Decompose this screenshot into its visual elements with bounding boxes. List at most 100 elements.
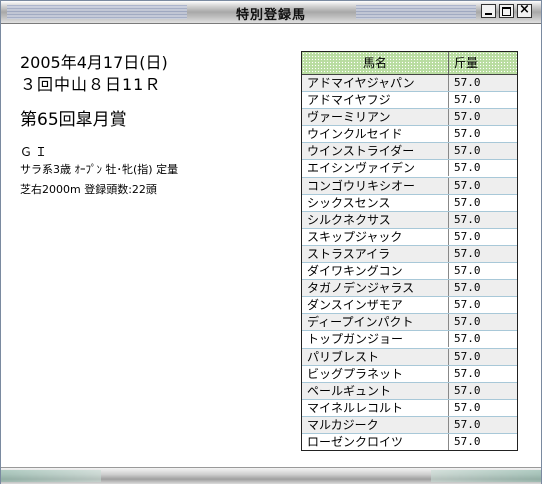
list-item[interactable]: シックスセンス 57.0 [302,194,517,212]
column-divider [448,297,449,314]
column-header-weight[interactable]: 斤量 [450,52,514,74]
horse-weight: 57.0 [454,161,481,175]
horse-weight: 57.0 [454,195,481,209]
horse-name: マルカジーク [307,417,379,432]
horse-name: コンゴウリキシオー [307,178,416,193]
list-item[interactable]: ダンスインザモア 57.0 [302,297,517,315]
list-item[interactable]: マルカジーク 57.0 [302,416,517,434]
bottom-bar [1,467,541,484]
horse-name: ヴァーミリアン [307,110,391,125]
column-divider [448,416,449,433]
horse-name: ダンスインザモア [307,298,403,313]
close-button[interactable]: × [517,2,532,18]
column-divider [448,126,449,143]
race-name: 第65回皐月賞 [20,110,127,130]
list-item[interactable]: ウインストライダー 57.0 [302,143,517,161]
horse-name: ローゼンクロイツ [307,434,404,449]
horse-name: ビッグプラネット [307,366,404,381]
list-item[interactable]: アドマイヤフジ 57.0 [302,92,517,110]
column-divider [448,211,449,228]
race-course: 芝右2000m 登録頭数:22頭 [20,183,157,196]
list-header: 馬名 斤量 [302,52,517,75]
column-divider [448,143,449,160]
maximize-button[interactable] [499,4,514,18]
race-conditions: サラ系3歳 ｵｰﾌﾟﾝ 牡･牝(指) 定量 [20,163,179,176]
column-divider [448,280,449,297]
list-item[interactable]: ローゼンクロイツ 57.0 [302,433,517,450]
horse-name: ウインストライダー [307,144,415,159]
horse-weight: 57.0 [454,417,481,431]
horse-name: トップガンジョー [307,332,404,347]
race-date: 2005年4月17日(日) [20,53,168,72]
horse-name: スキップジャック [307,229,403,244]
race-grade: ＧＩ [20,145,51,159]
horse-weight: 57.0 [454,383,481,397]
registered-horses-window: 特別登録馬 × 2005年4月17日(日) ３回中山８日11Ｒ 第65回皐月賞 … [0,0,542,484]
column-divider [448,314,449,331]
list-item[interactable]: ウインクルセイド 57.0 [302,126,517,144]
column-divider [448,399,449,416]
horse-weight: 57.0 [454,93,481,107]
list-item[interactable]: ペールギュント 57.0 [302,382,517,400]
horse-weight: 57.0 [454,127,481,141]
horse-name: ストラスアイラ [307,246,391,261]
column-header-name[interactable]: 馬名 [302,52,449,74]
horse-weight: 57.0 [454,298,481,312]
horse-weight: 57.0 [454,246,481,260]
horse-weight: 57.0 [454,281,481,295]
minimize-button[interactable] [481,4,496,18]
column-divider [448,348,449,365]
horse-weight: 57.0 [454,315,481,329]
horse-name: ダイワキングコン [307,264,403,279]
horse-list[interactable]: 馬名 斤量 アドマイヤジャパン 57.0 アドマイヤフジ 57.0 ヴァーミリアン 57.… [301,51,518,451]
horse-weight: 57.0 [454,400,481,414]
horse-name: エイシンヴァイデン [307,161,416,176]
race-number: ３回中山８日11Ｒ [20,75,162,94]
list-item[interactable]: コンゴウリキシオー 57.0 [302,177,517,195]
horse-weight: 57.0 [454,110,481,124]
list-item[interactable]: ビッグプラネット 57.0 [302,365,517,383]
list-item[interactable]: パリブレスト 57.0 [302,348,517,366]
horse-name: ディープインパクト [307,315,414,330]
list-item[interactable]: シルクネクサス 57.0 [302,211,517,229]
list-rows: アドマイヤジャパン 57.0 アドマイヤフジ 57.0 ヴァーミリアン 57.0 ウインクル… [302,75,517,450]
horse-weight: 57.0 [454,144,481,158]
horse-name: アドマイヤジャパン [307,76,415,90]
horse-name: シックスセンス [307,195,391,210]
column-divider [448,228,449,245]
column-divider [448,109,449,126]
list-item[interactable]: エイシンヴァイデン 57.0 [302,160,517,178]
horse-weight: 57.0 [454,212,481,226]
list-item[interactable]: タガノデンジャラス 57.0 [302,280,517,298]
list-item[interactable]: ヴァーミリアン 57.0 [302,109,517,127]
list-item[interactable]: アドマイヤジャパン 57.0 [302,75,517,93]
list-item[interactable]: トップガンジョー 57.0 [302,331,517,349]
close-icon: × [519,2,530,17]
list-item[interactable]: マイネルレコルト 57.0 [302,399,517,417]
horse-weight: 57.0 [454,434,481,448]
list-item[interactable]: スキップジャック 57.0 [302,228,517,246]
column-divider [448,365,449,382]
horse-weight: 57.0 [454,332,481,346]
window-title: 特別登録馬 [235,8,306,23]
horse-name: ウインクルセイド [307,127,403,142]
horse-name: タガノデンジャラス [307,281,415,296]
list-item[interactable]: ダイワキングコン 57.0 [302,263,517,281]
column-divider [448,263,449,280]
horse-weight: 57.0 [454,76,481,89]
horse-name: シルクネクサス [307,212,391,227]
horse-name: アドマイヤフジ [307,93,391,108]
horse-weight: 57.0 [454,178,481,192]
horse-weight: 57.0 [454,366,481,380]
horse-name: マイネルレコルト [307,400,404,415]
title-bar[interactable]: 特別登録馬 × [1,1,541,24]
column-divider [448,245,449,262]
bottom-bar-decoration [431,470,541,482]
list-item[interactable]: ディープインパクト 57.0 [302,314,517,332]
horse-name: パリブレスト [307,349,380,364]
list-item[interactable]: ストラスアイラ 57.0 [302,245,517,264]
horse-weight: 57.0 [454,229,481,243]
column-divider [448,160,449,177]
horse-weight: 57.0 [454,349,481,363]
column-divider [448,194,449,211]
